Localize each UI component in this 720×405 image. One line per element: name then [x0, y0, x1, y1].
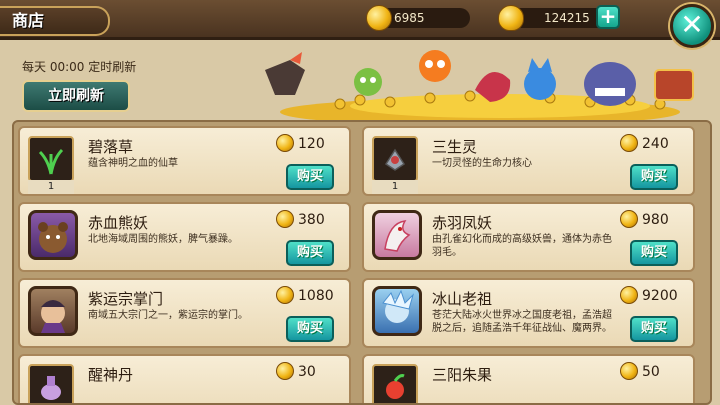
sprout-creature-icon: [354, 68, 382, 96]
gold-amount: 124215: [544, 11, 590, 25]
blue-cat-creature-icon: [524, 58, 556, 100]
price-value: 30: [298, 364, 316, 380]
item-price: 120: [276, 134, 325, 154]
coin-icon: [366, 5, 392, 31]
coin-icon: [276, 362, 294, 380]
buy-button[interactable]: 购买: [630, 164, 678, 190]
add-currency-button[interactable]: +: [596, 5, 620, 29]
coin-icon: [620, 362, 638, 380]
hero-description: 由孔雀幻化而成的高级妖兽，通体为赤色羽毛。: [432, 234, 612, 258]
coin-icon: [276, 134, 294, 152]
shop-item-card: 赤羽凤妖 由孔雀幻化而成的高级妖兽，通体为赤色羽毛。 980 购买: [362, 202, 695, 272]
price-value: 9200: [642, 288, 678, 304]
gold-ingot-icon: [498, 5, 524, 31]
core-icon: [372, 136, 418, 182]
coin-icon: [620, 286, 638, 304]
coin-icon: [620, 134, 638, 152]
hero-name: 冰山老祖: [432, 290, 493, 308]
item-price: 30: [276, 362, 316, 382]
refresh-now-button[interactable]: 立即刷新: [22, 80, 130, 112]
hero-name: 赤羽凤妖: [432, 214, 493, 232]
item-name: 碧落草: [88, 138, 134, 156]
item-price: 9200: [620, 286, 678, 306]
item-name: 三生灵: [432, 138, 478, 156]
item-price: 240: [620, 134, 669, 154]
shop-item-card: 紫运宗掌门 南域五大宗门之一，紫运宗的掌门。 1080 购买: [18, 278, 351, 348]
treasure-banner-illustration: [265, 50, 694, 122]
price-value: 240: [642, 136, 669, 152]
item-description: 一切灵怪的生命力核心: [432, 158, 532, 169]
shop-item-card: 1 三生灵 一切灵怪的生命力核心 240 购买: [362, 126, 695, 196]
hero-description: 苍茫大陆冰火世界冰之国度老祖，孟浩超脱之后，追随孟浩千年征战仙、魔两界。: [432, 310, 612, 334]
hero-description: 南域五大宗门之一，紫运宗的掌门。: [88, 310, 248, 321]
coin-amount: 6985: [394, 11, 425, 25]
price-value: 980: [642, 212, 669, 228]
buy-button[interactable]: 购买: [286, 316, 334, 342]
shop-item-card: 三阳朱果 50: [362, 354, 695, 403]
ice-ancestor-portrait-icon: [372, 286, 422, 336]
sect-leader-portrait-icon: [28, 286, 78, 336]
top-bar: 商店 6985 124215 +: [0, 0, 720, 40]
coin-icon: [276, 286, 294, 304]
buy-button[interactable]: 购买: [630, 316, 678, 342]
price-value: 380: [298, 212, 325, 228]
hero-name: 紫运宗掌门: [88, 290, 164, 308]
orange-blob-creature-icon: [419, 50, 451, 82]
phoenix-portrait-icon: [372, 210, 422, 260]
price-value: 50: [642, 364, 660, 380]
hero-description: 北地海域周围的熊妖，脾气暴躁。: [88, 234, 238, 245]
shop-item-list[interactable]: 1 碧落草 蕴含神明之血的仙草 120 购买 1 三生灵 一切灵怪的生命力核心 …: [12, 120, 712, 405]
shop-item-card: 冰山老祖 苍茫大陆冰火世界冰之国度老祖，孟浩超脱之后，追随孟浩千年征战仙、魔两界…: [362, 278, 695, 348]
shop-item-card: 1 碧落草 蕴含神明之血的仙草 120 购买: [18, 126, 351, 196]
item-name: 三阳朱果: [432, 366, 493, 384]
shop-item-card: 醒神丹 30: [18, 354, 351, 403]
price-value: 1080: [298, 288, 334, 304]
item-name: 醒神丹: [88, 366, 134, 384]
buy-button[interactable]: 购买: [630, 240, 678, 266]
fruit-icon: [372, 364, 418, 403]
eagle-creature-icon: [265, 52, 305, 95]
gold-counter: 124215: [498, 5, 610, 31]
bear-portrait-icon: [28, 210, 78, 260]
purple-monster-creature-icon: [584, 62, 636, 106]
coin-icon: [276, 210, 294, 228]
item-price: 1080: [276, 286, 334, 306]
pill-icon: [28, 364, 74, 403]
buy-button[interactable]: 购买: [286, 240, 334, 266]
hero-name: 赤血熊妖: [88, 214, 149, 232]
item-price: 980: [620, 210, 669, 230]
item-quantity: 1: [372, 180, 418, 194]
item-price: 50: [620, 362, 660, 382]
shop-title: 商店: [0, 6, 110, 36]
coin-counter: 6985: [366, 5, 470, 31]
herb-icon: [28, 136, 74, 182]
coin-icon: [620, 210, 638, 228]
buy-button[interactable]: 购买: [286, 164, 334, 190]
shop-item-card: 赤血熊妖 北地海域周围的熊妖，脾气暴躁。 380 购买: [18, 202, 351, 272]
item-description: 蕴含神明之血的仙草: [88, 158, 178, 169]
price-value: 120: [298, 136, 325, 152]
item-quantity: 1: [28, 180, 74, 194]
refresh-schedule-text: 每天 00:00 定时刷新: [22, 60, 137, 74]
item-price: 380: [276, 210, 325, 230]
treasure-chest-icon: [654, 69, 694, 101]
